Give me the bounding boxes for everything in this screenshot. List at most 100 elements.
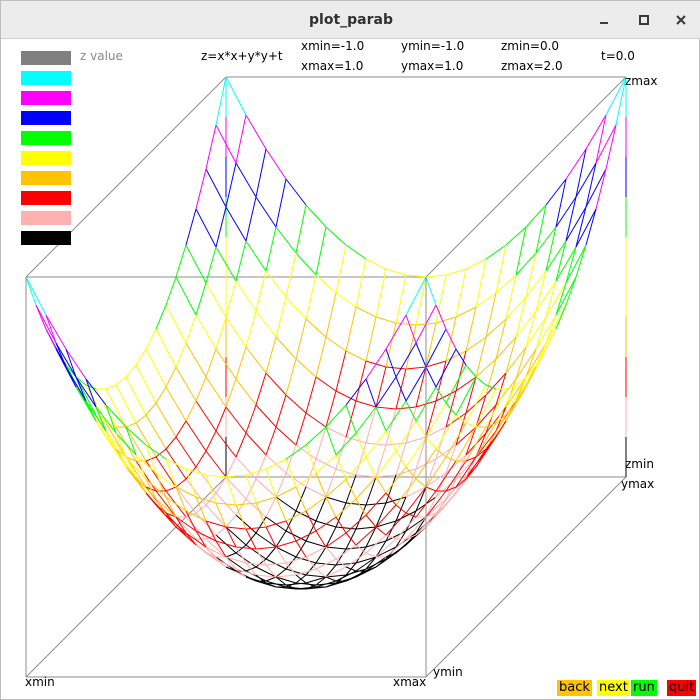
mesh-segment <box>425 276 437 306</box>
mesh-segment <box>315 376 337 392</box>
mesh-segment <box>265 564 277 578</box>
legend-swatch <box>21 151 71 165</box>
mesh-segment <box>195 168 207 210</box>
mesh-segment <box>235 546 257 550</box>
mesh-segment <box>245 562 267 566</box>
mesh-segment <box>445 402 457 416</box>
mesh-segment <box>195 466 217 494</box>
mesh-segment <box>285 358 297 396</box>
mesh-segment <box>305 458 317 488</box>
mesh-segment <box>525 204 547 228</box>
mesh-segment <box>445 492 457 506</box>
back-button[interactable]: back <box>557 680 592 696</box>
mesh-segment <box>395 450 407 468</box>
mesh-segment <box>375 450 397 478</box>
mesh-segment <box>425 456 447 488</box>
mesh-segment <box>235 514 257 534</box>
mesh-segment <box>355 258 367 308</box>
mesh-segment <box>385 466 407 494</box>
mesh-segment <box>305 412 327 428</box>
mesh-segment <box>315 454 337 474</box>
mesh-segment <box>135 364 157 404</box>
mesh-segment <box>195 400 217 432</box>
mesh-segment <box>145 414 167 450</box>
run-button[interactable]: run <box>631 680 657 696</box>
mesh-segment <box>455 268 467 318</box>
mesh-segment <box>285 510 307 522</box>
close-icon[interactable] <box>672 11 690 29</box>
zmin-label: zmin=0.0 <box>501 39 560 53</box>
mesh-segment <box>365 316 377 362</box>
app-window: plot_parab z value z=x*x+y*y+t xmin=-1.0… <box>0 0 700 700</box>
quit-button[interactable]: quit <box>667 680 697 696</box>
mesh-segment <box>105 404 117 434</box>
mesh-segment <box>485 244 507 260</box>
surface-plot <box>25 76 627 678</box>
legend-swatch <box>21 131 71 145</box>
mesh-segment <box>315 274 337 294</box>
mesh-segment <box>175 244 187 278</box>
mesh-segment <box>505 274 517 320</box>
mesh-segment <box>445 268 467 276</box>
mesh-segment <box>305 318 327 338</box>
mesh-segment <box>235 498 247 516</box>
title-bar[interactable]: plot_parab <box>1 1 700 39</box>
mesh-segment <box>305 204 327 228</box>
mesh-segment <box>325 226 347 246</box>
mesh-segment <box>185 342 207 378</box>
mesh-segment <box>255 196 277 228</box>
mesh-segment <box>195 376 207 402</box>
mesh-segment <box>285 458 297 488</box>
mesh-segment <box>355 400 377 408</box>
mesh-segment <box>295 358 317 378</box>
mesh-segment <box>195 314 217 350</box>
mesh-segment <box>405 436 427 468</box>
mesh-segment <box>465 306 477 352</box>
legend-swatch <box>21 111 71 125</box>
next-button[interactable]: next <box>597 680 630 696</box>
mesh-segment <box>285 296 307 320</box>
mesh-segment <box>235 240 247 282</box>
mesh-segment <box>145 492 157 506</box>
mesh-segment <box>265 562 287 566</box>
mesh-segment <box>325 292 337 338</box>
mesh-segment <box>145 460 167 492</box>
mesh-segment <box>145 402 157 416</box>
mesh-segment <box>325 546 347 550</box>
mesh-segment <box>495 384 517 424</box>
minimize-icon[interactable] <box>595 11 613 29</box>
mesh-segment <box>105 384 117 390</box>
mesh-segment <box>255 454 267 480</box>
mesh-segment <box>305 510 317 532</box>
ymax-label: ymax=1.0 <box>401 59 464 73</box>
mesh-segment <box>335 454 347 480</box>
mesh-segment <box>385 322 397 368</box>
mesh-segment <box>525 366 537 388</box>
legend-swatch <box>21 231 71 245</box>
mesh-segment <box>235 552 257 568</box>
mesh-segment <box>415 478 427 488</box>
mesh-segment <box>415 276 427 326</box>
mesh-segment <box>445 328 457 350</box>
mesh-segment <box>385 314 407 350</box>
mesh-segment <box>345 576 357 582</box>
mesh-segment <box>25 276 47 316</box>
mesh-segment <box>395 322 417 326</box>
mesh-segment <box>245 576 257 582</box>
mesh-segment <box>375 406 387 432</box>
maximize-icon[interactable] <box>635 11 653 29</box>
box-edge <box>425 76 627 278</box>
mesh-segment <box>395 376 407 402</box>
mesh-segment <box>245 196 257 242</box>
mesh-segment <box>385 442 407 446</box>
mesh-segment <box>465 422 477 428</box>
mesh-segment <box>485 436 497 450</box>
mesh-segment <box>255 404 277 428</box>
mesh-segment <box>245 346 267 374</box>
mesh-segment <box>155 328 177 368</box>
mesh-segment <box>295 204 307 254</box>
mesh-segment <box>255 372 267 406</box>
mesh-segment <box>345 514 367 534</box>
mesh-segment <box>105 430 117 452</box>
mesh-segment <box>265 426 277 456</box>
